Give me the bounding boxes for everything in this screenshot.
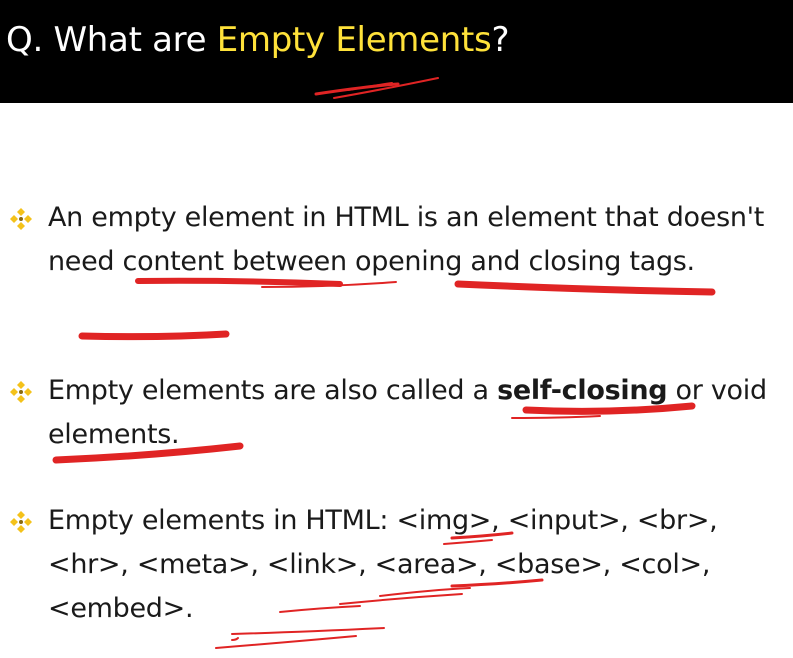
title-bar: Q. What are Empty Elements?	[0, 0, 793, 103]
diamond-bullet-icon	[10, 381, 32, 403]
page-title: Q. What are Empty Elements?	[6, 20, 509, 60]
bullet-2-text: Empty elements are also called a self-cl…	[48, 369, 768, 457]
title-suffix: ?	[491, 20, 510, 60]
bullet-2-bold-term: self-closing	[497, 375, 668, 406]
bullet-2-text-before: Empty elements are also called a	[48, 375, 498, 406]
bullet-1-text: An empty element in HTML is an element t…	[48, 202, 765, 277]
title-highlight: Empty Elements	[216, 20, 492, 60]
diamond-bullet-icon	[10, 208, 32, 230]
slide: Q. What are Empty Elements? An empty ele…	[0, 0, 793, 658]
bullet-3-text: Empty elements in HTML: <img>, <input>, …	[48, 505, 718, 624]
title-prefix: Q. What are	[6, 20, 217, 60]
diamond-bullet-icon	[10, 511, 32, 533]
